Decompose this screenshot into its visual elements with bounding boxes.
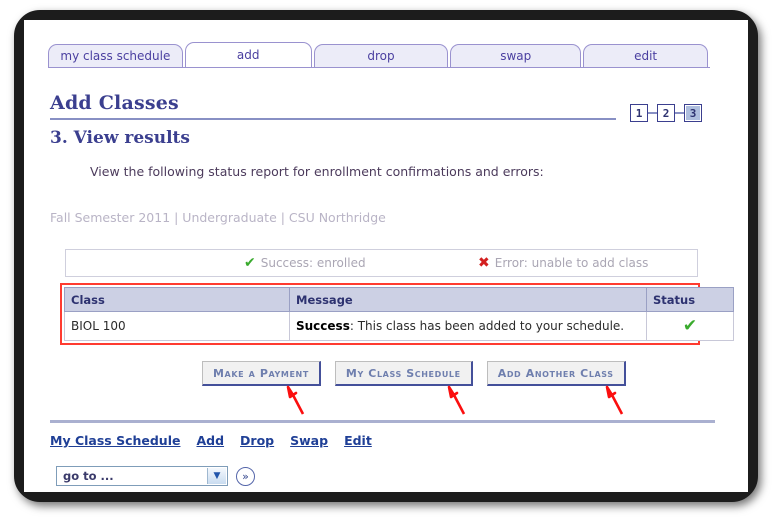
goto-select[interactable]: go to ... ▼ — [56, 466, 228, 486]
step-indicator-3[interactable]: 3 — [684, 104, 702, 122]
footer-divider — [50, 420, 715, 423]
legend-success-label: Success: enrolled — [260, 256, 366, 270]
column-header-class: Class — [64, 287, 290, 312]
cell-class: BIOL 100 — [64, 311, 290, 341]
tab-add[interactable]: add — [184, 42, 312, 68]
step-indicator: 1 2 3 — [630, 104, 702, 122]
message-status-label: Success — [296, 319, 350, 333]
column-header-status: Status — [646, 287, 734, 312]
tab-bar: my class schedule add drop swap edit — [48, 42, 710, 68]
legend-error-label: Error: unable to add class — [494, 256, 649, 270]
legend-error: ✖ Error: unable to add class — [478, 255, 648, 271]
action-button-group: Make a Payment My Class Schedule Add Ano… — [202, 361, 626, 386]
chevron-down-icon[interactable]: ▼ — [207, 468, 226, 484]
tab-swap[interactable]: swap — [450, 44, 582, 68]
annotation-arrow-icon — [605, 385, 624, 415]
page-title: Add Classes — [50, 92, 179, 114]
status-legend: ✔ Success: enrolled ✖ Error: unable to add… — [65, 249, 698, 277]
instruction-text: View the following status report for enr… — [90, 164, 544, 179]
table-row: BIOL 100 Success: This class has been ad… — [64, 311, 734, 341]
step-indicator-2[interactable]: 2 — [657, 104, 675, 122]
tab-edit[interactable]: edit — [583, 44, 709, 68]
column-header-message: Message — [289, 287, 647, 312]
table-header-row: Class Message Status — [64, 287, 734, 312]
title-divider — [50, 118, 616, 120]
footer-link-edit[interactable]: Edit — [344, 433, 372, 448]
tab-drop[interactable]: drop — [313, 44, 449, 68]
goto-go-button[interactable]: » — [236, 466, 255, 486]
footer-link-add[interactable]: Add — [196, 433, 224, 448]
make-a-payment-button[interactable]: Make a Payment — [202, 361, 321, 386]
footer-link-drop[interactable]: Drop — [240, 433, 274, 448]
footer-link-swap[interactable]: Swap — [290, 433, 328, 448]
cell-status: ✔ — [646, 311, 734, 341]
annotation-arrow-icon — [447, 385, 466, 415]
x-icon: ✖ — [478, 255, 490, 271]
tab-my-class-schedule[interactable]: my class schedule — [48, 44, 183, 68]
cell-message: Success: This class has been added to yo… — [289, 311, 647, 341]
my-class-schedule-button[interactable]: My Class Schedule — [334, 361, 473, 386]
message-body: : This class has been added to your sche… — [349, 319, 625, 333]
annotation-arrow-icon — [286, 385, 305, 415]
footer-link-my-class-schedule[interactable]: My Class Schedule — [50, 433, 180, 448]
results-table-highlight: Class Message Status BIOL 100 Success: T… — [60, 283, 734, 345]
page-content: my class schedule add drop swap edit Add… — [24, 20, 748, 492]
goto-row: go to ... ▼ » — [56, 466, 255, 486]
term-context-line: Fall Semester 2011 | Undergraduate | CSU… — [50, 210, 386, 225]
check-icon: ✔ — [682, 316, 698, 336]
results-table: Class Message Status BIOL 100 Success: T… — [64, 287, 734, 341]
footer-nav: My Class Schedule Add Drop Swap Edit — [50, 433, 372, 448]
step-connector — [675, 112, 684, 114]
tab-underline — [48, 67, 710, 68]
goto-select-value: go to ... — [63, 469, 114, 483]
step-connector — [648, 112, 657, 114]
legend-success: ✔ Success: enrolled — [244, 255, 366, 271]
check-icon: ✔ — [244, 255, 256, 271]
device-bezel: my class schedule add drop swap edit Add… — [14, 10, 758, 502]
add-another-class-button[interactable]: Add Another Class — [486, 361, 626, 386]
step-title: 3. View results — [50, 128, 190, 148]
step-indicator-1[interactable]: 1 — [630, 104, 648, 122]
